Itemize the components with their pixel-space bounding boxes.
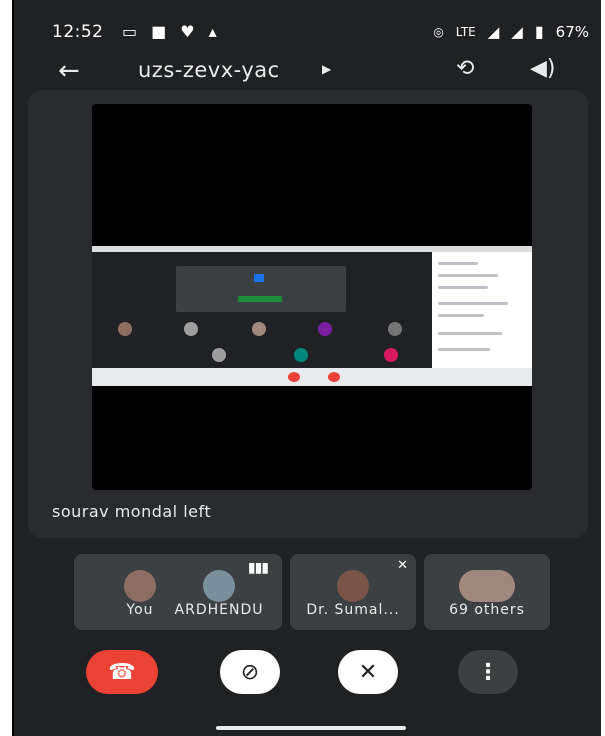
phone-hangup-icon: ☎ xyxy=(108,659,136,685)
presentation-video[interactable] xyxy=(92,104,532,490)
notification-icon: ■ xyxy=(151,22,167,41)
end-call-button[interactable]: ☎ xyxy=(86,650,158,694)
battery-percent: 67% xyxy=(555,22,589,41)
panel-line xyxy=(438,274,498,277)
status-bar: 12:52 ▭ ■ ♥ ▴ ◎ LTE ◢ ◢ ▮ 67% xyxy=(14,16,601,50)
shared-control-dot xyxy=(328,372,340,382)
chevron-right-icon[interactable]: ▶ xyxy=(322,62,331,76)
avatar xyxy=(337,570,369,602)
thumb-icon: ▴ xyxy=(208,22,217,41)
shared-side-panel xyxy=(432,252,532,368)
signal-icon-2: ◢ xyxy=(511,22,523,41)
panel-line xyxy=(438,314,484,317)
mini-participant xyxy=(384,348,398,362)
mini-participant xyxy=(318,322,332,336)
panel-line xyxy=(438,262,478,265)
mini-participant xyxy=(118,322,132,336)
panel-line xyxy=(438,286,488,289)
speaker-icon[interactable]: ◀) xyxy=(530,56,556,81)
arrow-left-icon[interactable]: ← xyxy=(58,56,80,86)
status-right: ◎ LTE ◢ ◢ ▮ 67% xyxy=(433,22,589,41)
shared-screen xyxy=(92,246,532,386)
battery-icon: ▮ xyxy=(534,22,544,41)
participant-tile-dr-sumal[interactable]: ✕ Dr. Sumal... xyxy=(290,554,416,630)
shared-control-dot xyxy=(288,372,300,382)
home-indicator[interactable] xyxy=(216,726,406,730)
avatar xyxy=(459,570,515,602)
mini-participant xyxy=(212,348,226,362)
more-vertical-icon: ⋮ xyxy=(477,659,499,685)
shared-meeting-area xyxy=(92,252,432,368)
meeting-code[interactable]: uzs-zevx-yac xyxy=(138,58,280,82)
speaking-indicator-icon: ▮▮▮ xyxy=(247,560,269,576)
panel-line xyxy=(438,348,490,351)
mini-participant xyxy=(294,348,308,362)
mic-toggle-button[interactable]: ✕ xyxy=(338,650,398,694)
camera-toggle-button[interactable]: ⊘ xyxy=(220,650,280,694)
cast-icon: ▭ xyxy=(122,22,138,41)
status-time: 12:52 xyxy=(52,22,104,42)
panel-line xyxy=(438,332,502,335)
status-left-icons: ▭ ■ ♥ ▴ xyxy=(122,22,217,41)
mini-participant xyxy=(388,322,402,336)
participant-left-notice: sourav mondal left xyxy=(52,502,212,521)
shared-taskbar xyxy=(92,368,532,386)
participant-name: ARDHENDU xyxy=(174,602,264,618)
hotspot-icon: ◎ xyxy=(433,24,444,39)
top-bar: ← uzs-zevx-yac ▶ ⟲ ◀) xyxy=(14,52,601,92)
participant-name: 69 others xyxy=(449,602,525,618)
panel-line xyxy=(438,302,508,305)
participant-tile-ardhendu[interactable]: ▮▮▮ ARDHENDU xyxy=(156,554,282,630)
shared-dialog xyxy=(176,266,346,312)
avatar xyxy=(124,570,156,602)
mini-participant xyxy=(184,322,198,336)
main-stage: sourav mondal left xyxy=(28,90,588,538)
mic-off-icon: ✕ xyxy=(358,659,378,685)
signal-icon: ◢ xyxy=(487,22,500,41)
more-options-button[interactable]: ⋮ xyxy=(458,650,518,694)
camera-switch-icon[interactable]: ⟲ xyxy=(456,56,474,81)
participant-tile-others[interactable]: 69 others xyxy=(424,554,550,630)
lte-label: LTE xyxy=(455,24,476,39)
mini-participant xyxy=(252,322,266,336)
avatar xyxy=(203,570,235,602)
participant-name: Dr. Sumal... xyxy=(306,602,400,618)
mic-off-icon: ✕ xyxy=(397,558,408,573)
phone-screen: 12:52 ▭ ■ ♥ ▴ ◎ LTE ◢ ◢ ▮ 67% ← uzs-zevx… xyxy=(12,0,601,736)
heart-icon: ♥ xyxy=(180,22,195,41)
camera-off-icon: ⊘ xyxy=(240,659,260,685)
